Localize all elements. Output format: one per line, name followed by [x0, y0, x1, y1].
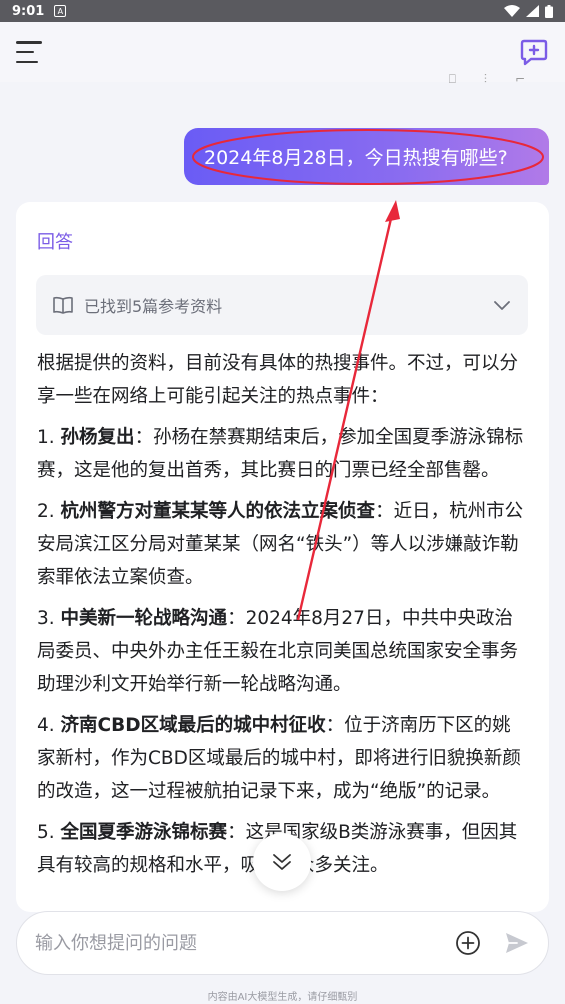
references-label: 已找到5篇参考资料	[84, 297, 223, 316]
plus-circle-icon[interactable]	[454, 929, 482, 957]
notification-icon: A	[54, 5, 67, 17]
new-chat-icon[interactable]	[519, 37, 549, 67]
answer-label: 回答	[37, 232, 73, 253]
input-bar	[16, 911, 549, 975]
item-title: 济南CBD区域最后的城中村征收	[60, 715, 326, 736]
signal-icon	[526, 5, 539, 17]
share-icon[interactable]: ⫶	[484, 72, 487, 87]
copy-icon[interactable]: ⎕	[449, 72, 456, 87]
item-title: 孙杨复出	[60, 427, 135, 448]
item-title: 杭州警方对董某某等人的依法立案侦查	[60, 501, 376, 522]
list-item: 3. 中美新一轮战略沟通：2024年8月27日，中共中央政治局委员、中央外办主任…	[37, 608, 519, 695]
chevron-down-icon[interactable]	[492, 295, 512, 315]
references-toggle[interactable]: 已找到5篇参考资料	[36, 275, 528, 335]
list-item: 1. 孙杨复出：孙杨在禁赛期结束后，参加全国夏季游泳锦标赛，这是他的复出首秀，其…	[37, 427, 524, 481]
answer-intro: 根据提供的资料，目前没有具体的热搜事件。不过，可以分享一些在网络上可能引起关注的…	[37, 353, 519, 407]
answer-card: 回答 已找到5篇参考资料 根据提供的资料，目前没有具体的热搜事件。不过，可以分享…	[16, 202, 549, 912]
answer-body: 根据提供的资料，目前没有具体的热搜事件。不过，可以分享一些在网络上可能引起关注的…	[37, 347, 529, 890]
battery-icon	[545, 4, 553, 18]
menu-icon[interactable]	[16, 41, 42, 63]
item-title: 全国夏季游泳锦标赛	[60, 822, 228, 843]
user-message-bubble: 2024年8月28日，今日热搜有哪些?	[184, 128, 549, 185]
status-bar: 9:01 A	[0, 0, 565, 22]
question-input[interactable]	[35, 932, 454, 954]
scroll-down-button[interactable]	[253, 833, 311, 891]
list-item: 4. 济南CBD区域最后的城中村征收：位于济南历下区的姚家新村，作为CBD区域最…	[37, 715, 521, 802]
message-actions-peek: ⎕ ⫶ ⌐	[449, 72, 525, 87]
user-message-text: 2024年8月28日，今日热搜有哪些?	[204, 147, 508, 169]
item-title: 中美新一轮战略沟通	[60, 608, 228, 629]
disclaimer-text: 内容由AI大模型生成，请仔细甄别	[207, 992, 358, 1003]
book-icon	[53, 296, 73, 314]
send-icon[interactable]	[504, 930, 530, 956]
more-icon[interactable]: ⌐	[515, 72, 525, 87]
status-time: 9:01	[12, 3, 45, 19]
list-item: 2. 杭州警方对董某某等人的依法立案侦查：近日，杭州市公安局滨江区分局对董某某（…	[37, 501, 524, 588]
double-chevron-down-icon	[273, 854, 291, 870]
wifi-icon	[504, 5, 520, 17]
